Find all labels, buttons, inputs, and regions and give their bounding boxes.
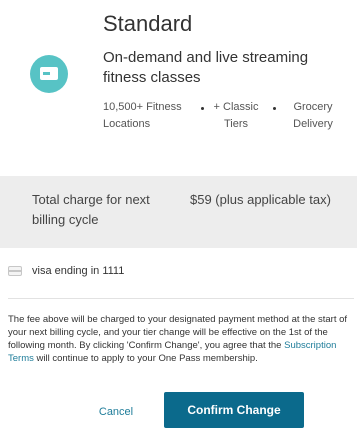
payment-method-text: visa ending in 1111 <box>32 265 125 277</box>
feature-classic-tiers: + Classic Tiers <box>213 101 259 130</box>
charge-summary: Total charge for next billing cycle $59 … <box>0 176 357 248</box>
divider <box>8 298 354 299</box>
cancel-button[interactable]: Cancel <box>86 402 146 422</box>
charge-value: $59 (plus applicable tax) <box>190 192 331 207</box>
disclaimer-text-end: will continue to apply to your One Pass … <box>33 353 258 364</box>
charge-label: Total charge for next billing cycle <box>32 192 150 227</box>
plan-description: On-demand and live streaming fitness cla… <box>103 49 309 86</box>
credit-card-icon <box>8 266 22 276</box>
plan-features: 10,500+ Fitness Locations + Classic Tier… <box>103 99 353 133</box>
confirm-change-button[interactable]: Confirm Change <box>164 392 304 428</box>
plan-icon <box>30 55 68 93</box>
feature-fitness-locations: 10,500+ Fitness Locations <box>103 101 182 130</box>
feature-grocery-delivery: Grocery Delivery <box>293 101 333 130</box>
feature-separator-dot <box>273 107 276 110</box>
disclaimer: The fee above will be charged to your de… <box>8 313 352 365</box>
feature-separator-dot <box>201 107 204 110</box>
card-glyph <box>40 67 58 80</box>
plan-title: Standard <box>103 11 193 36</box>
